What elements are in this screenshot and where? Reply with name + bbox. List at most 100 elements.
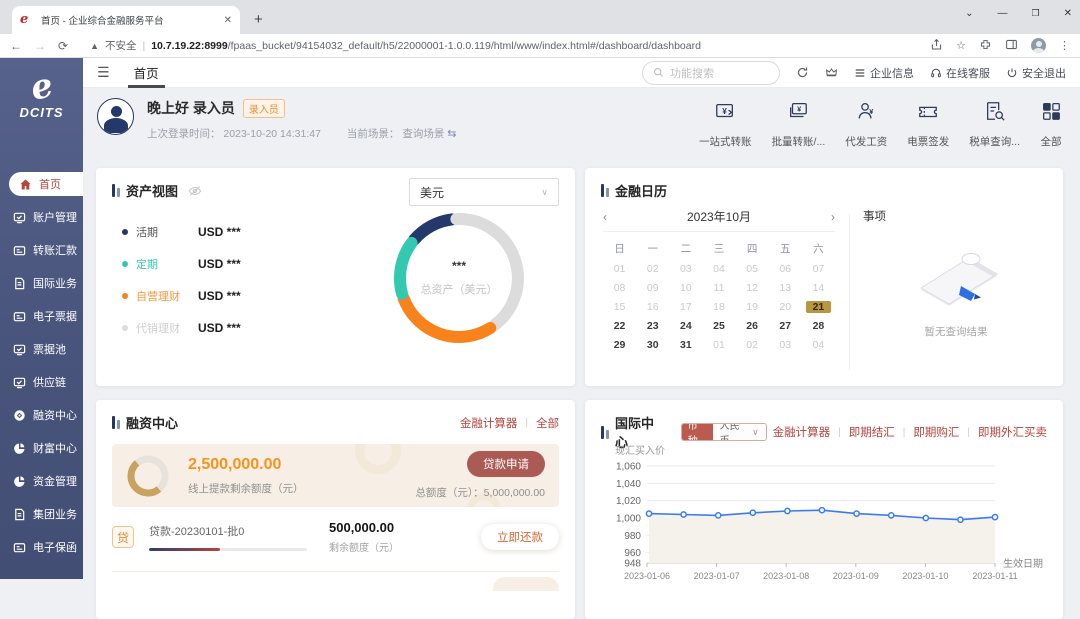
legend-item-活期: 活期USD ***: [122, 224, 241, 240]
calendar-day[interactable]: 06: [769, 263, 802, 275]
loan-apply-button[interactable]: 贷款申请: [467, 451, 545, 477]
link-separator: |: [838, 427, 841, 438]
calendar-day[interactable]: 01: [702, 339, 735, 351]
calendar-day[interactable]: 25: [702, 320, 735, 332]
user-avatar[interactable]: [97, 98, 134, 135]
quick-action-税单查询...[interactable]: 税单查询...: [969, 100, 1020, 149]
window-minimize-icon[interactable]: —: [998, 8, 1008, 19]
function-search-input[interactable]: 功能搜索: [642, 61, 780, 85]
calendar-day[interactable]: 05: [736, 263, 769, 275]
rewards-crown-icon[interactable]: [825, 66, 838, 79]
calendar-day[interactable]: 08: [603, 282, 636, 294]
calendar-day[interactable]: 22: [603, 320, 636, 332]
eye-off-icon[interactable]: [188, 184, 202, 198]
sidebar-item-转账汇款[interactable]: 转账汇款: [0, 238, 83, 262]
share-icon[interactable]: [930, 38, 943, 54]
window-close-icon[interactable]: ✕: [1064, 8, 1072, 19]
calendar-day[interactable]: 12: [736, 282, 769, 294]
back-icon[interactable]: ←: [10, 39, 22, 53]
calendar-day[interactable]: 20: [769, 301, 802, 313]
calendar-day[interactable]: 28: [802, 320, 835, 332]
window-maximize-icon[interactable]: ❒: [1032, 8, 1040, 19]
sidebar-item-电子票据[interactable]: 电子票据: [0, 304, 83, 328]
sidebar-item-国际业务[interactable]: 国际业务: [0, 271, 83, 295]
collapse-menu-icon[interactable]: ☰: [97, 64, 110, 81]
calendar-day[interactable]: 27: [769, 320, 802, 332]
financing-link-金融计算器[interactable]: 金融计算器: [460, 415, 518, 431]
prev-month-icon[interactable]: ‹: [603, 210, 623, 224]
online-service-link[interactable]: 在线客服: [930, 65, 990, 81]
calendar-day[interactable]: 16: [636, 301, 669, 313]
page-tab-home[interactable]: 首页: [132, 58, 161, 88]
intl-link-即期外汇买卖[interactable]: 即期外汇买卖: [978, 424, 1047, 440]
quick-action-一站式转账[interactable]: ¥一站式转账: [699, 100, 752, 149]
transfer-icon: [13, 244, 26, 257]
url-input[interactable]: ▲ 不安全 | 10.7.19.22:8999/fpaas_bucket/941…: [80, 37, 918, 55]
safe-exit-link[interactable]: 安全退出: [1006, 65, 1066, 81]
sidebar-item-资金管理[interactable]: 资金管理: [0, 469, 83, 493]
calendar-day[interactable]: 29: [603, 339, 636, 351]
calendar-day[interactable]: 18: [702, 301, 735, 313]
funds-icon: [13, 475, 26, 488]
calendar-day[interactable]: 31: [669, 339, 702, 351]
quick-action-代发工资[interactable]: ¥代发工资: [845, 100, 887, 149]
loan-name: 贷款-20230101-批0: [149, 523, 307, 539]
sidebar-item-融资中心[interactable]: 融资中心: [0, 403, 83, 427]
calendar-day[interactable]: 01: [603, 263, 636, 275]
sidebar-item-票据池[interactable]: 票据池: [0, 337, 83, 361]
calendar-day[interactable]: 24: [669, 320, 702, 332]
calendar-day[interactable]: 15: [603, 301, 636, 313]
calendar-day[interactable]: 10: [669, 282, 702, 294]
calendar-day[interactable]: 11: [702, 282, 735, 294]
switch-scene-icon[interactable]: ⇆: [447, 128, 456, 140]
calendar-day[interactable]: 07: [802, 263, 835, 275]
repay-now-button[interactable]: 立即还款: [481, 524, 559, 550]
quick-action-电票签发[interactable]: 电票签发: [907, 100, 949, 149]
refresh-icon[interactable]: [796, 66, 809, 79]
bookmark-star-icon[interactable]: ☆: [956, 39, 966, 52]
sidebar-item-财富中心[interactable]: 财富中心: [0, 436, 83, 460]
side-panel-icon[interactable]: [1005, 38, 1018, 54]
browser-profile-avatar[interactable]: [1031, 38, 1046, 53]
next-month-icon[interactable]: ›: [815, 210, 835, 224]
calendar-day[interactable]: 02: [736, 339, 769, 351]
sidebar-item-供应链[interactable]: 供应链: [0, 370, 83, 394]
calendar-day[interactable]: 03: [769, 339, 802, 351]
intl-link-金融计算器[interactable]: 金融计算器: [773, 424, 831, 440]
sidebar-item-首页[interactable]: 首页: [9, 172, 83, 196]
calendar-day[interactable]: 04: [802, 339, 835, 351]
extensions-puzzle-icon[interactable]: [979, 38, 992, 54]
enterprise-info-link[interactable]: 企业信息: [854, 65, 914, 81]
quick-action-全部[interactable]: 全部: [1040, 100, 1062, 149]
calendar-day[interactable]: 26: [736, 320, 769, 332]
all-apps-icon: [1040, 100, 1062, 127]
intl-link-即期购汇[interactable]: 即期购汇: [913, 424, 959, 440]
forward-icon[interactable]: →: [34, 39, 46, 53]
browser-tab[interactable]: e 首页 - 企业综合金融服务平台 ✕: [12, 6, 240, 34]
calendar-day[interactable]: 04: [702, 263, 735, 275]
calendar-day-selected[interactable]: 21: [806, 301, 831, 313]
calendar-day[interactable]: 13: [769, 282, 802, 294]
tab-close-icon[interactable]: ✕: [224, 15, 232, 26]
financing-link-全部[interactable]: 全部: [536, 415, 559, 431]
browser-menu-icon[interactable]: ⋮: [1059, 39, 1070, 52]
calendar-day[interactable]: 30: [636, 339, 669, 351]
calendar-day[interactable]: 02: [636, 263, 669, 275]
calendar-day[interactable]: 19: [736, 301, 769, 313]
calendar-day[interactable]: 17: [669, 301, 702, 313]
calendar-day[interactable]: 14: [802, 282, 835, 294]
sidebar-item-电子保函[interactable]: 电子保函: [0, 535, 83, 559]
sidebar-item-集团业务[interactable]: 集团业务: [0, 502, 83, 526]
reload-icon[interactable]: ⟳: [58, 39, 68, 53]
window-chevron-icon[interactable]: ⌄: [965, 8, 973, 19]
intl-link-即期结汇[interactable]: 即期结汇: [849, 424, 895, 440]
calendar-day[interactable]: 23: [636, 320, 669, 332]
calendar-day[interactable]: 03: [669, 263, 702, 275]
currency-type-dropdown[interactable]: 人民币∨: [713, 424, 766, 440]
svg-text:¥: ¥: [723, 107, 728, 116]
new-tab-button[interactable]: +: [254, 11, 263, 28]
calendar-day[interactable]: 09: [636, 282, 669, 294]
sidebar-item-label: 首页: [39, 176, 61, 192]
sidebar-item-账户管理[interactable]: 账户管理: [0, 205, 83, 229]
quick-action-批量转账/...[interactable]: ¥批量转账/...: [772, 100, 826, 149]
